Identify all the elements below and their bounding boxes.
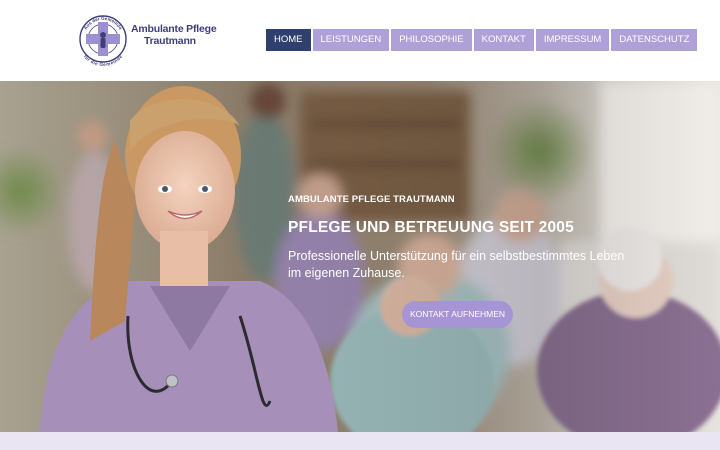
- nav-item-impressum[interactable]: IMPRESSUM: [535, 29, 610, 51]
- contact-button[interactable]: KONTAKT AUFNEHMEN: [402, 301, 513, 328]
- logo-line-2: Trautmann: [144, 34, 196, 47]
- logo[interactable]: Aus der Gemeinde für die Gemeinde Ambula…: [78, 10, 218, 70]
- nav-item-kontakt[interactable]: KONTAKT: [473, 29, 534, 51]
- nav-item-leistungen[interactable]: LEISTUNGEN: [312, 29, 390, 51]
- nav-item-datenschutz[interactable]: DATENSCHUTZ: [611, 29, 698, 51]
- main-navigation: HOME LEISTUNGEN PHILOSOPHIE KONTAKT IMPR…: [266, 29, 698, 51]
- hero-eyebrow: AMBULANTE PFLEGE TRAUTMANN: [288, 194, 455, 205]
- logo-cross-icon: Aus der Gemeinde für die Gemeinde: [79, 15, 127, 67]
- site-header: Aus der Gemeinde für die Gemeinde Ambula…: [0, 0, 720, 81]
- logo-line-1: Ambulante Pflege: [131, 23, 217, 35]
- section-divider: [0, 432, 720, 450]
- hero-subline: Professionelle Unterstützung für ein sel…: [288, 249, 625, 280]
- hero-headline: PFLEGE UND BETREUUNG SEIT 2005: [288, 219, 574, 236]
- hero-section: AMBULANTE PFLEGE TRAUTMANN PFLEGE UND BE…: [0, 81, 720, 432]
- nav-item-philosophie[interactable]: PHILOSOPHIE: [391, 29, 472, 51]
- hero-text: AMBULANTE PFLEGE TRAUTMANN PFLEGE UND BE…: [288, 194, 668, 282]
- logo-wordmark: Ambulante Pflege Trautmann: [131, 23, 217, 47]
- nav-item-home[interactable]: HOME: [266, 29, 311, 51]
